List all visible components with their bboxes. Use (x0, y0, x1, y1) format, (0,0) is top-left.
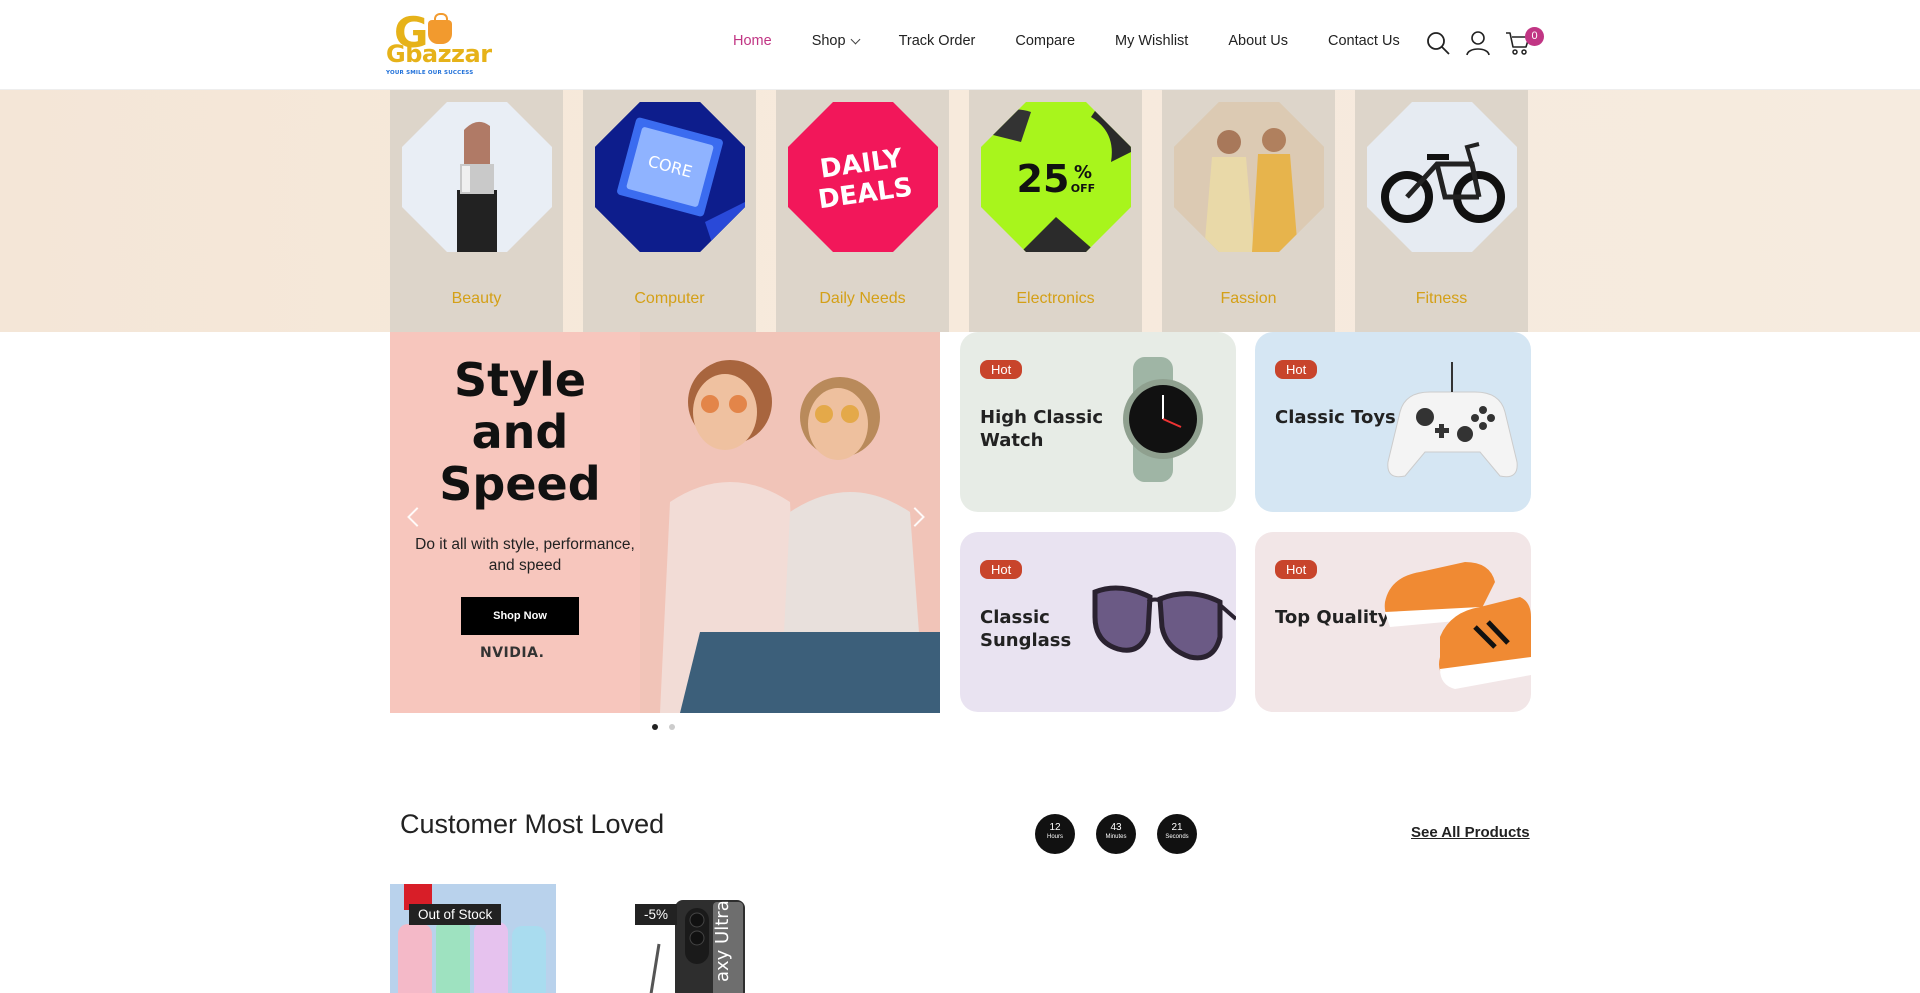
nav-track-order[interactable]: Track Order (899, 33, 976, 49)
nav-shop-label: Shop (811, 33, 846, 49)
cpu-chip-image: CORE (595, 102, 745, 252)
water-bottles-image (390, 884, 556, 993)
discount-badge: -5% (635, 904, 678, 925)
category-electronics[interactable]: 25 % OFF Electronics (969, 90, 1142, 332)
logo-tagline: YOUR SMILE OUR SUCCESS (386, 70, 474, 76)
user-icon[interactable] (1465, 30, 1491, 56)
countdown-timer: 12 Hours 43 Minutes 21 Seconds (1035, 814, 1197, 854)
category-daily-needs[interactable]: DAILY DEALS Daily Needs (776, 90, 949, 332)
svg-text:OFF: OFF (1071, 182, 1095, 195)
timer-seconds: 21 Seconds (1157, 814, 1197, 854)
game-controller-image (1387, 362, 1518, 478)
phone-art-text: axy Ultra (712, 900, 733, 982)
daily-deals-image: DAILY DEALS (788, 102, 938, 252)
nav-about-us[interactable]: About Us (1228, 33, 1288, 49)
hot-badge: Hot (980, 560, 1023, 579)
shop-now-button[interactable]: Shop Now (461, 597, 579, 635)
site-logo[interactable]: G Gbazzar YOUR SMILE OUR SUCCESS (384, 12, 494, 77)
category-label: Electronics (1016, 290, 1095, 307)
category-label: Daily Needs (819, 290, 906, 307)
fashion-models-image (1174, 102, 1324, 252)
category-fitness[interactable]: Fitness (1355, 90, 1528, 332)
nav-my-wishlist[interactable]: My Wishlist (1115, 33, 1188, 49)
timer-unit: Seconds (1165, 834, 1189, 840)
hero-subtitle: Do it all with style, performance, and s… (415, 536, 635, 574)
slider-dot-1[interactable] (652, 724, 658, 730)
section-title: Customer Most Loved (400, 809, 665, 839)
nav-home[interactable]: Home (733, 33, 772, 49)
out-of-stock-badge: Out of Stock (409, 904, 502, 925)
promo-card-quality[interactable]: Hot Top Quality (1255, 532, 1531, 712)
promo-card-toys[interactable]: Hot Classic Toys (1255, 332, 1531, 512)
sneakers-image (1384, 562, 1531, 689)
promo-card-sunglass[interactable]: Hot Classic Sunglass (960, 532, 1236, 712)
timer-value: 43 (1110, 822, 1122, 833)
hero-title: Style and Speed (439, 353, 601, 511)
search-icon[interactable] (1425, 30, 1451, 56)
site-header: G Gbazzar YOUR SMILE OUR SUCCESS Home Sh… (0, 0, 1920, 90)
timer-value: 21 (1171, 822, 1183, 833)
cart-count-badge: 0 (1525, 27, 1544, 46)
timer-unit: Minutes (1105, 834, 1127, 840)
nav-shop[interactable]: Shop (811, 33, 861, 49)
svg-text:25: 25 (1017, 157, 1070, 201)
hero-slider: Style and Speed Do it all with style, pe… (390, 332, 940, 713)
category-beauty[interactable]: Beauty (390, 90, 563, 332)
chevron-down-icon (850, 34, 861, 44)
timer-unit: Hours (1046, 834, 1063, 840)
hot-badge: Hot (1275, 360, 1318, 379)
category-label: Computer (634, 290, 705, 307)
watch-image (1123, 357, 1203, 482)
timer-hours: 12 Hours (1035, 814, 1075, 854)
category-label: Beauty (451, 290, 502, 307)
ebike-image (1367, 102, 1517, 252)
promo-title: High Classic Watch (980, 407, 1103, 451)
nav-contact-us[interactable]: Contact Us (1328, 33, 1400, 49)
slider-prev-icon[interactable] (407, 507, 427, 527)
nav-compare[interactable]: Compare (1015, 33, 1075, 49)
product-card-bottles[interactable]: Out of Stock (390, 884, 556, 993)
hot-badge: Hot (980, 360, 1023, 379)
promo-card-watch[interactable]: Hot High Classic Watch (960, 332, 1236, 512)
category-fassion[interactable]: Fassion (1162, 90, 1335, 332)
main-nav: Home Shop Track Order Compare My Wishlis… (733, 33, 1440, 49)
header-actions (1425, 30, 1531, 56)
slider-dots (652, 724, 675, 730)
product-card-phone[interactable]: axy Ultra -5% (635, 884, 801, 993)
smartphone-image: axy Ultra (635, 884, 801, 993)
timer-value: 12 (1049, 822, 1061, 833)
category-label: Fitness (1415, 290, 1468, 307)
lipstick-image (402, 102, 552, 252)
slider-dot-2[interactable] (669, 724, 675, 730)
hot-badge: Hot (1275, 560, 1318, 579)
see-all-products-link[interactable]: See All Products (1411, 824, 1530, 841)
svg-text:%: % (1074, 162, 1092, 183)
electronics-sale-image: 25 % OFF (981, 102, 1131, 252)
category-computer[interactable]: CORE Computer (583, 90, 756, 332)
timer-minutes: 43 Minutes (1096, 814, 1136, 854)
category-label: Fassion (1220, 290, 1277, 307)
logo-wordmark: Gbazzar (386, 40, 492, 68)
sunglasses-image (1092, 585, 1236, 661)
hero-image (640, 332, 940, 713)
hero-brand-logo: NVIDIA. (480, 645, 545, 661)
category-strip (0, 90, 1920, 332)
